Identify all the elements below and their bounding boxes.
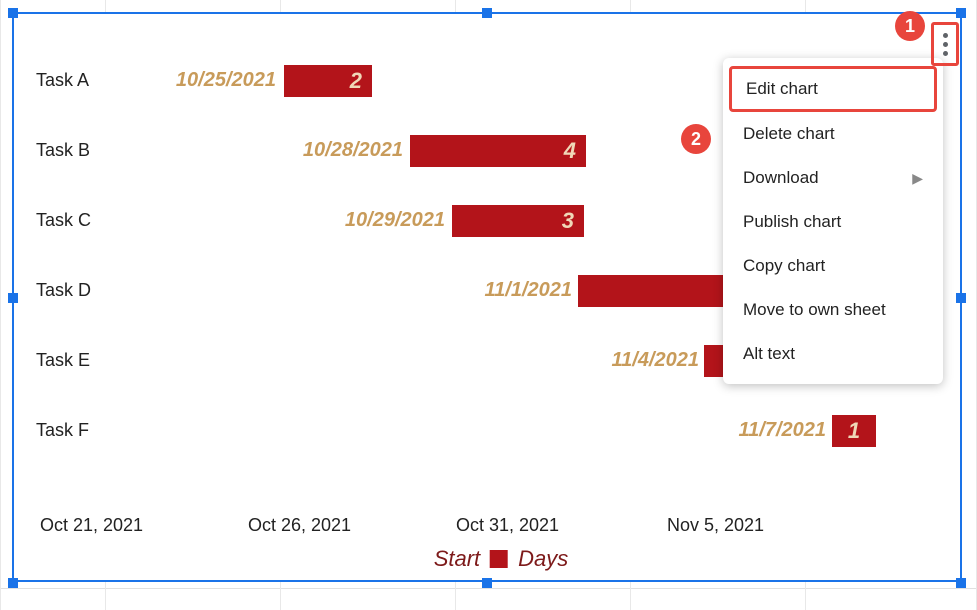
chart-more-options-button[interactable]: [931, 22, 959, 66]
chevron-right-icon: ▶: [912, 170, 923, 187]
start-date-label: 11/4/2021: [559, 349, 699, 372]
task-label: Task A: [36, 70, 89, 91]
chart-context-menu: Edit chart Delete chart Download ▶ Publi…: [723, 58, 943, 384]
x-axis-tick: Oct 31, 2021: [456, 515, 559, 536]
annotation-callout: 1: [895, 11, 925, 41]
selection-handle[interactable]: [482, 8, 492, 18]
menu-label: Download: [743, 168, 819, 188]
menu-label: Copy chart: [743, 256, 825, 276]
menu-label: Alt text: [743, 344, 795, 364]
start-date-label: 11/7/2021: [686, 419, 826, 442]
start-date-label: 10/29/2021: [295, 209, 445, 232]
table-row: Task F 11/7/2021 1: [36, 408, 966, 453]
task-label: Task D: [36, 280, 91, 301]
menu-item-delete-chart[interactable]: Delete chart: [723, 112, 943, 156]
menu-item-copy-chart[interactable]: Copy chart: [723, 244, 943, 288]
task-label: Task C: [36, 210, 91, 231]
kebab-icon: [943, 51, 948, 56]
days-value: 2: [350, 68, 362, 94]
x-axis-tick: Oct 21, 2021: [40, 515, 143, 536]
menu-label: Edit chart: [746, 79, 818, 99]
legend-start-label: Start: [434, 546, 480, 572]
days-bar: 2: [284, 65, 372, 97]
days-value: 1: [848, 418, 860, 444]
selection-handle[interactable]: [8, 8, 18, 18]
start-date-label: 11/1/2021: [432, 279, 572, 302]
selection-handle[interactable]: [956, 8, 966, 18]
selection-handle[interactable]: [8, 293, 18, 303]
days-bar: 3: [452, 205, 584, 237]
kebab-icon: [943, 33, 948, 38]
chart-legend: Start Days: [434, 546, 569, 572]
menu-item-move-to-sheet[interactable]: Move to own sheet: [723, 288, 943, 332]
x-axis-tick: Nov 5, 2021: [667, 515, 764, 536]
menu-label: Move to own sheet: [743, 300, 886, 320]
selection-handle[interactable]: [8, 578, 18, 588]
kebab-icon: [943, 42, 948, 47]
menu-label: Publish chart: [743, 212, 841, 232]
days-value: 4: [564, 138, 576, 164]
task-label: Task F: [36, 420, 89, 441]
menu-item-publish-chart[interactable]: Publish chart: [723, 200, 943, 244]
days-bar: 4: [410, 135, 586, 167]
menu-label: Delete chart: [743, 124, 835, 144]
selection-handle[interactable]: [482, 578, 492, 588]
legend-days-label: Days: [518, 546, 568, 572]
selection-handle[interactable]: [956, 293, 966, 303]
x-axis-tick: Oct 26, 2021: [248, 515, 351, 536]
start-date-label: 10/25/2021: [126, 69, 276, 92]
annotation-callout: 2: [681, 124, 711, 154]
selection-handle[interactable]: [956, 578, 966, 588]
menu-item-download[interactable]: Download ▶: [723, 156, 943, 200]
menu-item-edit-chart[interactable]: Edit chart: [729, 66, 937, 112]
start-date-label: 10/28/2021: [253, 139, 403, 162]
legend-swatch: [490, 550, 508, 568]
days-value: 3: [562, 208, 574, 234]
task-label: Task E: [36, 350, 90, 371]
days-bar: 1: [832, 415, 876, 447]
task-label: Task B: [36, 140, 90, 161]
menu-item-alt-text[interactable]: Alt text: [723, 332, 943, 376]
